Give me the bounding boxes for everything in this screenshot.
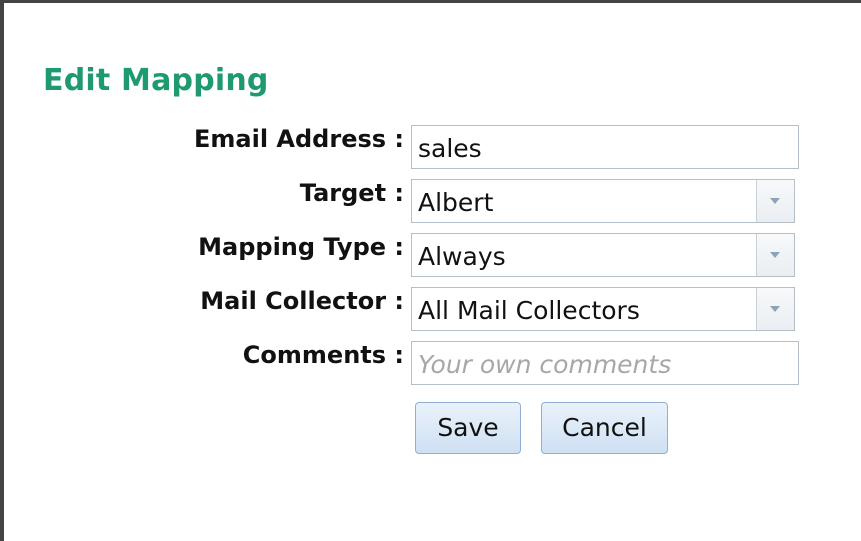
mail-collector-select[interactable]: All Mail Collectors [411, 287, 795, 331]
target-dropdown-button[interactable] [756, 180, 794, 222]
comments-label: Comments : [242, 341, 404, 369]
email-label: Email Address : [194, 125, 404, 153]
target-select-value: Albert [418, 188, 494, 217]
cancel-button[interactable]: Cancel [541, 402, 668, 454]
mail-collector-label: Mail Collector : [200, 287, 404, 315]
target-label: Target : [299, 179, 404, 207]
comments-field[interactable]: Your own comments [411, 341, 799, 385]
chevron-down-icon [770, 252, 780, 258]
mapping-type-label: Mapping Type : [198, 233, 404, 261]
mail-collector-select-value: All Mail Collectors [418, 296, 640, 325]
mapping-type-dropdown-button[interactable] [756, 234, 794, 276]
mapping-type-select-value: Always [418, 242, 506, 271]
edit-mapping-dialog: Edit Mapping Email Address : sales Targe… [0, 0, 861, 541]
email-field[interactable]: sales [411, 125, 799, 169]
dialog-title: Edit Mapping [43, 63, 269, 98]
mapping-type-select[interactable]: Always [411, 233, 795, 277]
target-select[interactable]: Albert [411, 179, 795, 223]
mail-collector-dropdown-button[interactable] [756, 288, 794, 330]
chevron-down-icon [770, 198, 780, 204]
save-button[interactable]: Save [415, 402, 521, 454]
chevron-down-icon [770, 306, 780, 312]
